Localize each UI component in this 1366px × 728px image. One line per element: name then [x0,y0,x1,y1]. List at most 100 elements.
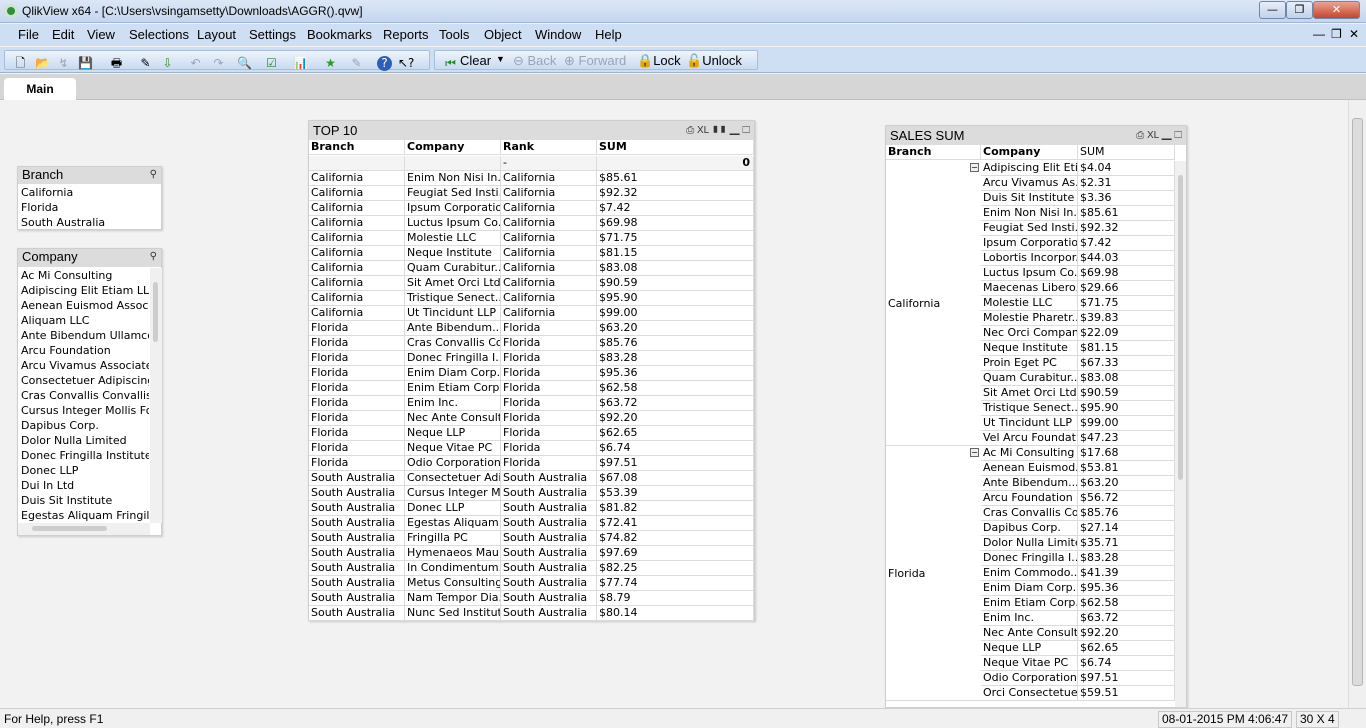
maximize-icon[interactable]: ☐ [1174,130,1182,141]
table-row-cell: Florida [309,456,405,471]
current-selections-icon[interactable]: ☑ [264,56,279,71]
listbox-item[interactable]: Aenean Euismod Associate [21,298,149,313]
scroll-thumb[interactable] [1178,175,1183,480]
horizontal-scrollbar[interactable] [18,523,150,535]
new-chart-icon[interactable]: 📊 [293,56,308,71]
pivot-cell: Molestie Pharetr... [983,311,1078,326]
send-to-excel-icon[interactable]: XL [1147,130,1159,141]
listbox-item[interactable]: Ac Mi Consulting [21,268,149,283]
totals-row: -0 [309,156,754,171]
listbox-item[interactable]: Egestas Aliquam Fringilla Fo [21,508,149,523]
minimize-button[interactable]: — [1259,1,1286,19]
listbox-item[interactable]: Florida [21,200,159,215]
listbox-item[interactable]: Arcu Vivamus Associates [21,358,149,373]
lock-button[interactable]: 🔒Lock [637,53,681,69]
collapse-icon[interactable]: − [970,448,979,457]
undo-icon[interactable]: ↶ [188,56,203,71]
save-icon[interactable]: 💾 [78,56,93,71]
menu-edit[interactable]: Edit [52,27,74,42]
search-icon[interactable]: 🔍 [237,56,252,71]
new-document-icon[interactable]: 🗋 [13,56,28,71]
menu-window[interactable]: Window [535,27,581,42]
pivot-branch-cell[interactable]: Florida − [886,446,981,701]
search-icon[interactable]: ⚲ [150,251,157,262]
table-row-cell: California [309,291,405,306]
listbox-item[interactable]: Adipiscing Elit Etiam LLC [21,283,149,298]
collapse-icon[interactable]: − [970,163,979,172]
pivot-header-cell[interactable]: Branch [886,145,981,160]
menu-reports[interactable]: Reports [383,27,429,42]
menu-file[interactable]: File [18,27,39,42]
menu-object[interactable]: Object [484,27,522,42]
scroll-thumb[interactable] [1352,118,1363,686]
listbox-item[interactable]: Ante Bibendum Ullamcorper [21,328,149,343]
scroll-thumb[interactable] [153,282,158,342]
menu-help[interactable]: Help [595,27,622,42]
mdi-minimize-icon[interactable]: — [1313,27,1325,41]
reload-data-icon[interactable]: ⇩ [160,56,175,71]
close-button[interactable]: ✕ [1313,1,1360,19]
menu-tools[interactable]: Tools [439,27,469,42]
minimize-icon[interactable]: ▁ [1162,130,1172,141]
listbox-item[interactable]: California [21,185,159,200]
minimize-icon[interactable]: ▁ [730,125,740,136]
help-icon[interactable]: ? [377,56,392,71]
tab-main[interactable]: Main [4,78,76,100]
unlock-button[interactable]: 🔓Unlock [686,53,742,69]
reload-icon[interactable]: ↯ [56,56,71,71]
table-header-cell[interactable]: Rank [501,140,597,155]
bookmark-star-icon[interactable]: ★ [323,56,338,71]
menu-view[interactable]: View [87,27,115,42]
forward-button[interactable]: ⊕ Forward [564,53,626,69]
listbox-item[interactable]: Consectetuer Adipiscing Lt [21,373,149,388]
restore-button[interactable]: ❐ [1286,1,1313,19]
listbox-item[interactable]: Dapibus Corp. [21,418,149,433]
clear-button[interactable]: Clear [460,53,491,68]
pivot-header-cell[interactable]: SUM [1078,145,1175,160]
redo-icon[interactable]: ↷ [211,56,226,71]
listbox-item[interactable]: Cras Convallis Convallis Co [21,388,149,403]
listbox-item[interactable]: Donec LLP [21,463,149,478]
vertical-scrollbar[interactable] [150,268,162,523]
menu-selections[interactable]: Selections [129,27,189,42]
clear-dropdown-icon[interactable]: ▼ [496,54,505,64]
open-folder-icon[interactable]: 📂 [35,56,50,71]
fast-change-icon[interactable]: ▮▮ [712,125,727,136]
listbox-item[interactable]: Duis Sit Institute [21,493,149,508]
listbox-item[interactable]: Dui In Ltd [21,478,149,493]
sheet-vertical-scrollbar[interactable] [1348,100,1366,708]
mdi-restore-icon[interactable]: ❐ [1331,27,1342,41]
search-icon[interactable]: ⚲ [150,169,157,180]
send-to-excel-icon[interactable]: XL [697,125,709,136]
menu-layout[interactable]: Layout [197,27,236,42]
listbox-item[interactable]: South Australia [21,215,159,230]
pivot-branch-cell[interactable]: California − [886,161,981,446]
listbox-item[interactable]: Arcu Foundation [21,343,149,358]
table-row-cell: California [309,216,405,231]
vertical-scrollbar[interactable] [1175,161,1186,707]
table-header-cell[interactable]: Branch [309,140,405,155]
table-row-cell: South Australia [501,516,597,531]
menu-settings[interactable]: Settings [249,27,296,42]
listbox-item[interactable]: Donec Fringilla Institute [21,448,149,463]
listbox-item[interactable]: Cursus Integer Mollis Foun [21,403,149,418]
menu-bookmarks[interactable]: Bookmarks [307,27,372,42]
listbox-item[interactable]: Dolor Nulla Limited [21,433,149,448]
listbox-item[interactable]: Aliquam LLC [21,313,149,328]
print-icon[interactable]: ⎙ [1136,130,1144,141]
table-row-cell: $97.69 [597,546,754,561]
edit-object-icon[interactable]: ✎ [349,56,364,71]
table-row-cell: $82.25 [597,561,754,576]
back-button[interactable]: ⊖ Back [513,53,556,69]
scroll-thumb[interactable] [32,526,107,531]
maximize-icon[interactable]: ☐ [742,125,750,136]
table-header-cell[interactable]: SUM [597,140,754,155]
print-icon[interactable]: ⎙ [686,125,694,136]
edit-script-icon[interactable]: ✎ [138,56,153,71]
mdi-close-icon[interactable]: ✕ [1349,27,1359,41]
pivot-cell: $59.51 [1078,686,1175,701]
pivot-header-cell[interactable]: Company [981,145,1078,160]
table-header-cell[interactable]: Company [405,140,501,155]
print-icon[interactable]: 🖶 [109,56,124,71]
context-help-icon[interactable]: ↖? [398,56,414,71]
